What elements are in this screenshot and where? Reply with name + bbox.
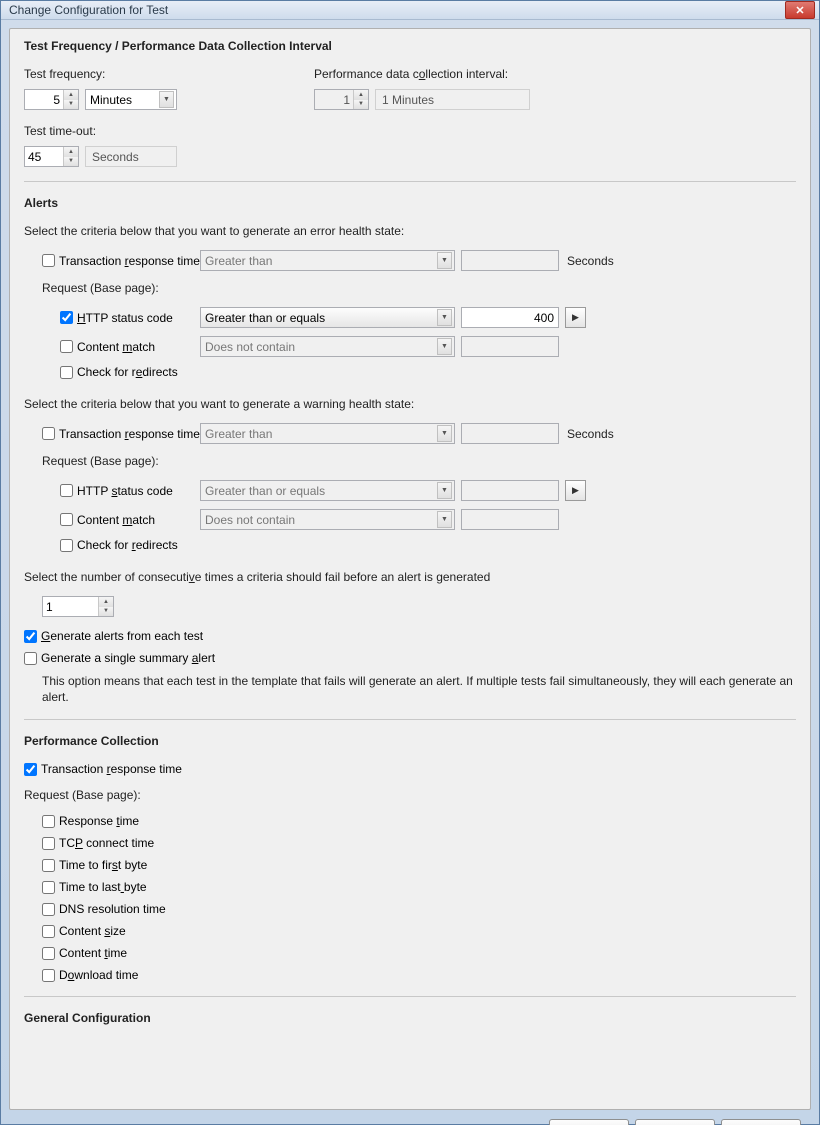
- timeout-input[interactable]: [25, 147, 63, 166]
- general-section: General Configuration: [24, 1011, 796, 1025]
- warn-http-op: Greater than or equals▼: [200, 480, 455, 501]
- outer-frame: Test Frequency / Performance Data Collec…: [1, 20, 819, 1125]
- frequency-heading: Test Frequency / Performance Data Collec…: [24, 39, 796, 53]
- performance-heading: Performance Collection: [24, 734, 796, 748]
- divider: [24, 719, 796, 720]
- frequency-section: Test Frequency / Performance Data Collec…: [24, 39, 796, 167]
- warn-content-value: [461, 509, 559, 530]
- error-trt-op: Greater than▼: [200, 250, 455, 271]
- perf-interval-label: Performance data collection interval:: [314, 67, 530, 81]
- perf-item-checkbox[interactable]: Content size: [42, 924, 126, 938]
- alert-description: This option means that each test in the …: [24, 673, 796, 705]
- test-frequency-unit-select[interactable]: Minutes ▼: [85, 89, 177, 110]
- perf-item-checkbox[interactable]: DNS resolution time: [42, 902, 166, 916]
- button-bar: OK Cancel Apply: [9, 1110, 811, 1125]
- alerts-section: Alerts Select the criteria below that yo…: [24, 196, 796, 705]
- warn-content-checkbox[interactable]: Content match: [60, 513, 200, 527]
- perf-request-label: Request (Base page):: [24, 788, 796, 802]
- performance-section: Performance Collection Transaction respo…: [24, 734, 796, 982]
- generate-summary-checkbox[interactable]: Generate a single summary alert: [24, 651, 215, 665]
- alerts-heading: Alerts: [24, 196, 796, 210]
- perf-interval-spinner: ▲▼: [314, 89, 369, 110]
- spinner-up-icon: ▲: [354, 90, 368, 100]
- error-request-label: Request (Base page):: [24, 281, 796, 295]
- warn-request-label: Request (Base page):: [24, 454, 796, 468]
- spinner-up-icon[interactable]: ▲: [99, 597, 113, 607]
- error-content-op: Does not contain▼: [200, 336, 455, 357]
- titlebar: Change Configuration for Test ✕: [1, 1, 819, 20]
- divider: [24, 181, 796, 182]
- general-heading: General Configuration: [24, 1011, 796, 1025]
- error-http-value[interactable]: [461, 307, 559, 328]
- test-frequency-input[interactable]: [25, 90, 63, 109]
- dropdown-arrow-icon: ▼: [437, 511, 452, 528]
- seconds-label: Seconds: [567, 427, 614, 441]
- error-criteria-intro: Select the criteria below that you want …: [24, 224, 796, 238]
- seconds-label: Seconds: [567, 254, 614, 268]
- dropdown-arrow-icon: ▼: [437, 309, 452, 326]
- apply-button[interactable]: Apply: [721, 1119, 801, 1125]
- warn-trt-checkbox[interactable]: Transaction response time: [42, 427, 200, 441]
- warning-criteria-intro: Select the criteria below that you want …: [24, 397, 796, 411]
- warn-trt-op: Greater than▼: [200, 423, 455, 444]
- timeout-label: Test time-out:: [24, 124, 796, 138]
- window-title: Change Configuration for Test: [9, 3, 168, 17]
- error-trt-checkbox[interactable]: Transaction response time: [42, 254, 200, 268]
- close-button[interactable]: ✕: [785, 1, 815, 19]
- perf-interval-unit: 1 Minutes: [375, 89, 530, 110]
- test-frequency-spinner[interactable]: ▲▼: [24, 89, 79, 110]
- ok-button[interactable]: OK: [549, 1119, 629, 1125]
- perf-item-checkbox[interactable]: Content time: [42, 946, 127, 960]
- consecutive-label: Select the number of consecutive times a…: [24, 570, 796, 584]
- error-content-checkbox[interactable]: Content match: [60, 340, 200, 354]
- dropdown-arrow-icon: ▼: [437, 482, 452, 499]
- test-frequency-label: Test frequency:: [24, 67, 314, 81]
- warn-redirects-checkbox[interactable]: Check for redirects: [60, 538, 178, 552]
- spinner-up-icon[interactable]: ▲: [64, 147, 78, 157]
- perf-item-checkbox[interactable]: TCP connect time: [42, 836, 154, 850]
- content-panel: Test Frequency / Performance Data Collec…: [9, 28, 811, 1110]
- spinner-up-icon[interactable]: ▲: [64, 90, 78, 100]
- test-frequency-unit-label: Minutes: [90, 93, 132, 107]
- spinner-down-icon[interactable]: ▼: [64, 157, 78, 167]
- dropdown-arrow-icon: ▼: [159, 91, 174, 108]
- perf-item-checkbox[interactable]: Download time: [42, 968, 138, 982]
- scroll-area[interactable]: Test Frequency / Performance Data Collec…: [10, 29, 810, 1109]
- perf-item-checkbox[interactable]: Response time: [42, 814, 139, 828]
- perf-trt-checkbox[interactable]: Transaction response time: [24, 762, 182, 776]
- play-button[interactable]: ▶: [565, 480, 586, 501]
- perf-interval-input: [315, 90, 353, 109]
- consecutive-spinner[interactable]: ▲▼: [42, 596, 114, 617]
- error-http-op[interactable]: Greater than or equals▼: [200, 307, 455, 328]
- error-http-checkbox[interactable]: HTTP status code: [60, 311, 200, 325]
- consecutive-input[interactable]: [43, 597, 98, 616]
- dialog-window: Change Configuration for Test ✕ Test Fre…: [0, 0, 820, 1125]
- dropdown-arrow-icon: ▼: [437, 338, 452, 355]
- error-content-value: [461, 336, 559, 357]
- perf-item-checkbox[interactable]: Time to last byte: [42, 880, 147, 894]
- cancel-button[interactable]: Cancel: [635, 1119, 715, 1125]
- perf-items-list: Response time TCP connect time Time to fir…: [24, 814, 796, 982]
- dropdown-arrow-icon: ▼: [437, 252, 452, 269]
- warn-trt-value: [461, 423, 559, 444]
- perf-item-checkbox[interactable]: Time to first byte: [42, 858, 147, 872]
- spinner-down-icon[interactable]: ▼: [99, 607, 113, 617]
- dropdown-arrow-icon: ▼: [437, 425, 452, 442]
- warn-http-checkbox[interactable]: HTTP status code: [60, 484, 200, 498]
- timeout-unit: Seconds: [85, 146, 177, 167]
- error-trt-value: [461, 250, 559, 271]
- error-redirects-checkbox[interactable]: Check for redirects: [60, 365, 178, 379]
- timeout-spinner[interactable]: ▲▼: [24, 146, 79, 167]
- spinner-down-icon: ▼: [354, 100, 368, 110]
- divider: [24, 996, 796, 997]
- generate-each-checkbox[interactable]: Generate alerts from each test: [24, 629, 203, 643]
- warn-content-op: Does not contain▼: [200, 509, 455, 530]
- play-button[interactable]: ▶: [565, 307, 586, 328]
- warn-http-value: [461, 480, 559, 501]
- spinner-down-icon[interactable]: ▼: [64, 100, 78, 110]
